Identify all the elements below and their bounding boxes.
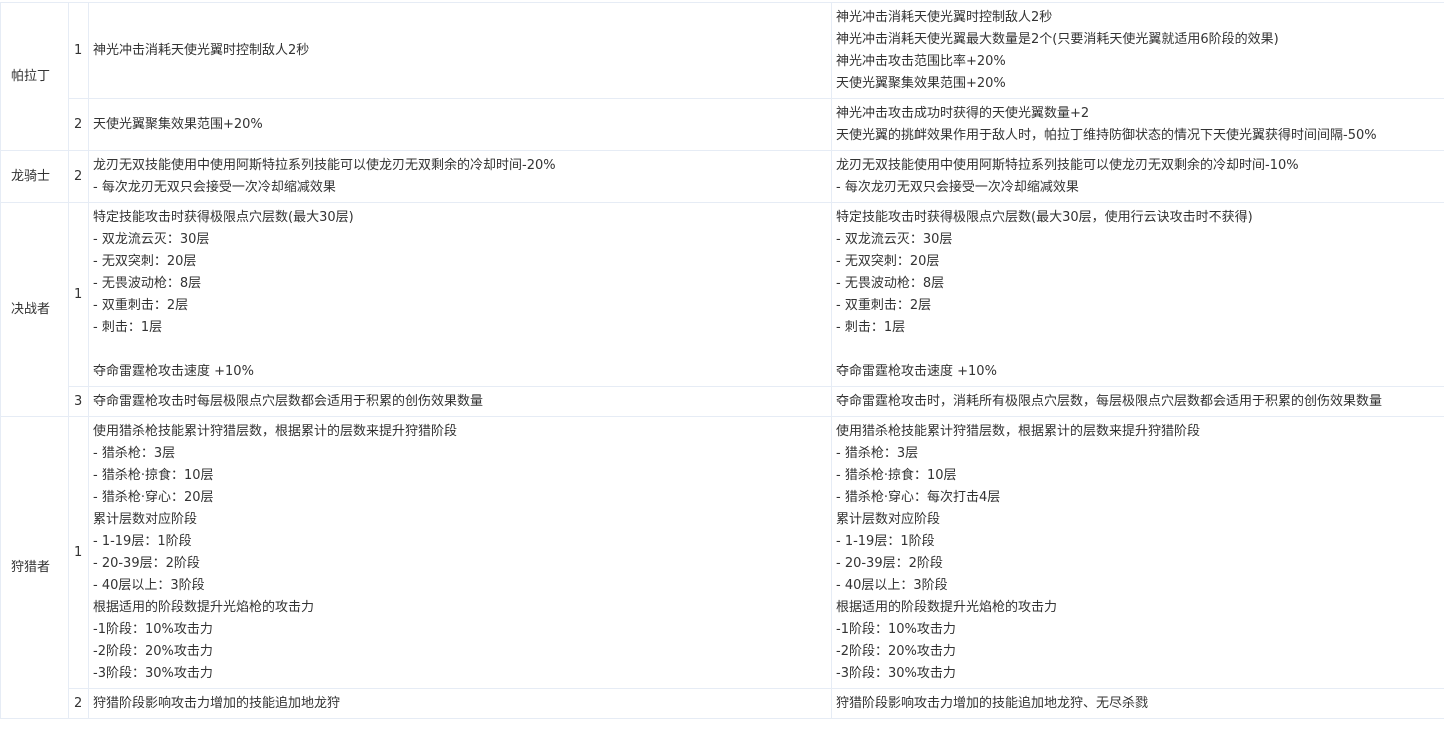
text-line: - 猎杀枪·穿心：每次打击4层 [836,487,1440,509]
text-line: - 20-39层：2阶段 [93,553,827,575]
text-line: 神光冲击消耗天使光翼最大数量是2个(只要消耗天使光翼就适用6阶段的效果) [836,29,1440,51]
after-effect-cell: 神光冲击攻击成功时获得的天使光翼数量+2天使光翼的挑衅效果作用于敌人时，帕拉丁维… [832,99,1444,151]
table-row: 2天使光翼聚集效果范围+20%神光冲击攻击成功时获得的天使光翼数量+2天使光翼的… [1,99,1444,151]
before-effect-cell: 狩猎阶段影响攻击力增加的技能追加地龙狩 [89,689,832,719]
skill-change-table: 帕拉丁1神光冲击消耗天使光翼时控制敌人2秒神光冲击消耗天使光翼时控制敌人2秒神光… [0,2,1444,719]
text-line: 夺命雷霆枪攻击时每层极限点穴层数都会适用于积累的创伤效果数量 [93,391,827,413]
table-body: 帕拉丁1神光冲击消耗天使光翼时控制敌人2秒神光冲击消耗天使光翼时控制敌人2秒神光… [1,3,1444,719]
level-cell: 1 [69,3,89,99]
table-row: 龙骑士2龙刃无双技能使用中使用阿斯特拉系列技能可以使龙刃无双剩余的冷却时间-20… [1,151,1444,203]
text-line: - 刺击：1层 [93,317,827,339]
text-line: - 无畏波动枪：8层 [836,273,1440,295]
text-line: 使用猎杀枪技能累计狩猎层数，根据累计的层数来提升狩猎阶段 [93,421,827,443]
text-line: - 猎杀枪：3层 [93,443,827,465]
text-line: - 双重刺击：2层 [836,295,1440,317]
text-line: - 40层以上：3阶段 [93,575,827,597]
table-row: 狩猎者1使用猎杀枪技能累计狩猎层数，根据累计的层数来提升狩猎阶段- 猎杀枪：3层… [1,417,1444,689]
text-line: -2阶段：20%攻击力 [836,641,1440,663]
class-name-cell: 龙骑士 [1,151,69,203]
class-name-cell: 狩猎者 [1,417,69,719]
text-line [836,339,1440,361]
text-line: - 无畏波动枪：8层 [93,273,827,295]
text-line: 神光冲击攻击成功时获得的天使光翼数量+2 [836,103,1440,125]
table-row: 3夺命雷霆枪攻击时每层极限点穴层数都会适用于积累的创伤效果数量夺命雷霆枪攻击时，… [1,387,1444,417]
before-effect-cell: 夺命雷霆枪攻击时每层极限点穴层数都会适用于积累的创伤效果数量 [89,387,832,417]
text-line: - 猎杀枪：3层 [836,443,1440,465]
text-line: 夺命雷霆枪攻击速度 +10% [93,361,827,383]
text-line: - 1-19层：1阶段 [836,531,1440,553]
text-line: - 每次龙刃无双只会接受一次冷却缩减效果 [93,177,827,199]
text-line: 根据适用的阶段数提升光焰枪的攻击力 [93,597,827,619]
before-effect-cell: 特定技能攻击时获得极限点穴层数(最大30层)- 双龙流云灭：30层- 无双突刺：… [89,203,832,387]
text-line: - 猎杀枪·掠食：10层 [836,465,1440,487]
text-line: 龙刃无双技能使用中使用阿斯特拉系列技能可以使龙刃无双剩余的冷却时间-10% [836,155,1440,177]
text-line: - 40层以上：3阶段 [836,575,1440,597]
text-line: 夺命雷霆枪攻击速度 +10% [836,361,1440,383]
text-line: 狩猎阶段影响攻击力增加的技能追加地龙狩 [93,693,827,715]
text-line: 使用猎杀枪技能累计狩猎层数，根据累计的层数来提升狩猎阶段 [836,421,1440,443]
text-line: 神光冲击消耗天使光翼时控制敌人2秒 [93,40,827,62]
after-effect-cell: 狩猎阶段影响攻击力增加的技能追加地龙狩、无尽杀戮 [832,689,1444,719]
level-cell: 1 [69,203,89,387]
text-line: - 猎杀枪·穿心：20层 [93,487,827,509]
level-cell: 3 [69,387,89,417]
after-effect-cell: 使用猎杀枪技能累计狩猎层数，根据累计的层数来提升狩猎阶段- 猎杀枪：3层- 猎杀… [832,417,1444,689]
after-effect-cell: 龙刃无双技能使用中使用阿斯特拉系列技能可以使龙刃无双剩余的冷却时间-10%- 每… [832,151,1444,203]
level-cell: 2 [69,151,89,203]
level-cell: 2 [69,689,89,719]
text-line: - 双重刺击：2层 [93,295,827,317]
text-line: 神光冲击消耗天使光翼时控制敌人2秒 [836,7,1440,29]
text-line: - 双龙流云灭：30层 [836,229,1440,251]
text-line: 累计层数对应阶段 [93,509,827,531]
text-line: 狩猎阶段影响攻击力增加的技能追加地龙狩、无尽杀戮 [836,693,1440,715]
text-line: 特定技能攻击时获得极限点穴层数(最大30层) [93,207,827,229]
text-line: -2阶段：20%攻击力 [93,641,827,663]
text-line: -1阶段：10%攻击力 [93,619,827,641]
text-line: - 20-39层：2阶段 [836,553,1440,575]
text-line: - 无双突刺：20层 [836,251,1440,273]
text-line: 神光冲击攻击范围比率+20% [836,51,1440,73]
text-line: 天使光翼的挑衅效果作用于敌人时，帕拉丁维持防御状态的情况下天使光翼获得时间间隔-… [836,125,1440,147]
table-row: 2狩猎阶段影响攻击力增加的技能追加地龙狩狩猎阶段影响攻击力增加的技能追加地龙狩、… [1,689,1444,719]
text-line: - 猎杀枪·掠食：10层 [93,465,827,487]
class-name-cell: 决战者 [1,203,69,417]
text-line: - 1-19层：1阶段 [93,531,827,553]
after-effect-cell: 夺命雷霆枪攻击时，消耗所有极限点穴层数，每层极限点穴层数都会适用于积累的创伤效果… [832,387,1444,417]
text-line: - 双龙流云灭：30层 [93,229,827,251]
text-line: 特定技能攻击时获得极限点穴层数(最大30层，使用行云诀攻击时不获得) [836,207,1440,229]
text-line [93,339,827,361]
text-line: 天使光翼聚集效果范围+20% [836,73,1440,95]
text-line: 根据适用的阶段数提升光焰枪的攻击力 [836,597,1440,619]
text-line: - 每次龙刃无双只会接受一次冷却缩减效果 [836,177,1440,199]
text-line: - 无双突刺：20层 [93,251,827,273]
before-effect-cell: 神光冲击消耗天使光翼时控制敌人2秒 [89,3,832,99]
before-effect-cell: 天使光翼聚集效果范围+20% [89,99,832,151]
text-line: -3阶段：30%攻击力 [836,663,1440,685]
table-row: 帕拉丁1神光冲击消耗天使光翼时控制敌人2秒神光冲击消耗天使光翼时控制敌人2秒神光… [1,3,1444,99]
before-effect-cell: 使用猎杀枪技能累计狩猎层数，根据累计的层数来提升狩猎阶段- 猎杀枪：3层- 猎杀… [89,417,832,689]
text-line: 龙刃无双技能使用中使用阿斯特拉系列技能可以使龙刃无双剩余的冷却时间-20% [93,155,827,177]
text-line: - 刺击：1层 [836,317,1440,339]
text-line: 天使光翼聚集效果范围+20% [93,114,827,136]
class-name-cell: 帕拉丁 [1,3,69,151]
text-line: 夺命雷霆枪攻击时，消耗所有极限点穴层数，每层极限点穴层数都会适用于积累的创伤效果… [836,391,1440,413]
before-effect-cell: 龙刃无双技能使用中使用阿斯特拉系列技能可以使龙刃无双剩余的冷却时间-20%- 每… [89,151,832,203]
text-line: -3阶段：30%攻击力 [93,663,827,685]
table-row: 决战者1特定技能攻击时获得极限点穴层数(最大30层)- 双龙流云灭：30层- 无… [1,203,1444,387]
text-line: 累计层数对应阶段 [836,509,1440,531]
level-cell: 2 [69,99,89,151]
text-line: -1阶段：10%攻击力 [836,619,1440,641]
after-effect-cell: 神光冲击消耗天使光翼时控制敌人2秒神光冲击消耗天使光翼最大数量是2个(只要消耗天… [832,3,1444,99]
after-effect-cell: 特定技能攻击时获得极限点穴层数(最大30层，使用行云诀攻击时不获得)- 双龙流云… [832,203,1444,387]
level-cell: 1 [69,417,89,689]
